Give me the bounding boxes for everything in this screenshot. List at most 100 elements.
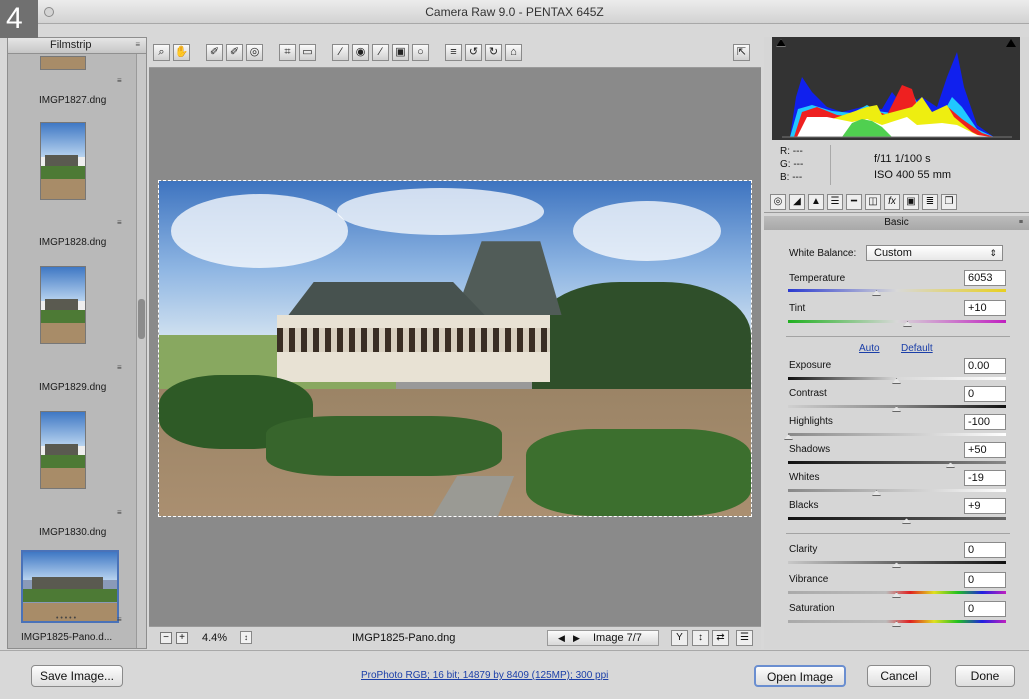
saturation-input[interactable]: 0	[964, 601, 1006, 617]
filmstrip-item-name[interactable]: IMGP1825-Pano.d...	[21, 632, 112, 643]
tab-hsl-icon[interactable]: ☰	[827, 194, 843, 210]
view-settings-button[interactable]: ☰	[736, 630, 753, 646]
exposure-label: Exposure	[789, 360, 832, 371]
hand-tool-button[interactable]: ✋	[173, 44, 190, 61]
workflow-options-link[interactable]: ProPhoto RGB; 16 bit; 14879 by 8409 (125…	[361, 670, 608, 681]
contrast-input[interactable]: 0	[964, 386, 1006, 402]
temperature-slider-track[interactable]	[788, 289, 1006, 292]
filmstrip-thumbnail[interactable]	[40, 266, 86, 344]
filmstrip-item-name[interactable]: IMGP1829.dng	[39, 382, 106, 393]
default-link[interactable]: Default	[901, 343, 933, 354]
tab-presets-icon[interactable]: ≣	[922, 194, 938, 210]
filmstrip-title: Filmstrip	[50, 39, 92, 51]
tab-camera-calibration-icon[interactable]: ▣	[903, 194, 919, 210]
panel-menu-icon[interactable]: ≡	[1019, 216, 1023, 230]
open-image-button[interactable]: Open Image	[754, 665, 846, 687]
tab-split-toning-icon[interactable]: ━	[846, 194, 862, 210]
red-eye-tool-button[interactable]: ◉	[352, 44, 369, 61]
filmstrip-menu-icon[interactable]: ≡	[135, 40, 140, 49]
save-image-button[interactable]: Save Image...	[31, 665, 123, 687]
vibrance-input[interactable]: 0	[964, 572, 1006, 588]
before-after-toggle-button[interactable]: Y	[671, 630, 688, 646]
zoom-tool-button[interactable]: ⌕	[153, 44, 170, 61]
step-number-badge: 4	[0, 0, 38, 38]
zoom-dropdown[interactable]: ↕	[240, 631, 252, 644]
blue-value: B: ---	[780, 172, 803, 183]
tint-slider-track[interactable]	[788, 320, 1006, 323]
zoom-out-button[interactable]: −	[160, 632, 172, 644]
rotate-right-tool-button[interactable]: ↻	[485, 44, 502, 61]
green-value: G: ---	[780, 159, 804, 170]
filmstrip-scrollbar[interactable]	[136, 54, 146, 648]
filmstrip-item-name[interactable]: IMGP1830.dng	[39, 527, 106, 538]
preview-image[interactable]	[158, 180, 752, 517]
filmstrip-item-name[interactable]: IMGP1828.dng	[39, 237, 106, 248]
rotate-left-tool-button[interactable]: ↺	[465, 44, 482, 61]
white-balance-select[interactable]: Custom ⇕	[866, 245, 1003, 261]
tab-effects-icon[interactable]: fx	[884, 194, 900, 210]
settings-icon: ≡	[117, 76, 122, 85]
tab-detail-icon[interactable]: ▲	[808, 194, 824, 210]
radial-filter-tool-button[interactable]: ○	[412, 44, 429, 61]
white-balance-label: White Balance:	[789, 248, 857, 259]
color-sampler-tool-button[interactable]: ✐	[226, 44, 243, 61]
filmstrip-header: Filmstrip ≡	[8, 38, 146, 54]
adjustment-panel: R: --- G: --- B: --- f/11 1/100 s ISO 40…	[764, 37, 1029, 649]
tab-snapshots-icon[interactable]: ❐	[941, 194, 957, 210]
crop-tool-button[interactable]: ⌗	[279, 44, 296, 61]
zoom-level: 4.4%	[202, 632, 228, 644]
whites-label: Whites	[789, 472, 820, 483]
panel-header: Basic ≡	[764, 216, 1029, 230]
fullscreen-toggle-button[interactable]: ⇱	[733, 44, 750, 61]
swap-before-after-button[interactable]: ↕	[692, 630, 709, 646]
filmstrip-selected-item[interactable]	[21, 550, 119, 623]
vibrance-label: Vibrance	[789, 574, 829, 585]
temperature-input[interactable]: 6053	[964, 270, 1006, 286]
filmstrip-thumbnail[interactable]	[40, 56, 86, 70]
spot-removal-tool-button[interactable]: ∕	[332, 44, 349, 61]
whites-input[interactable]: -19	[964, 470, 1006, 486]
blacks-slider-track[interactable]	[788, 517, 1006, 520]
aperture-shutter: f/11 1/100 s	[874, 153, 931, 165]
filmstrip-thumbnail[interactable]	[40, 411, 86, 489]
window-titlebar: Camera Raw 9.0 - PENTAX 645Z	[0, 0, 1029, 24]
panel-title: Basic	[884, 217, 909, 228]
trash-tool-button[interactable]: ⌂	[505, 44, 522, 61]
exposure-input[interactable]: 0.00	[964, 358, 1006, 374]
highlights-slider-track[interactable]	[788, 433, 1006, 436]
settings-icon: ≡	[117, 363, 122, 372]
blacks-label: Blacks	[789, 500, 819, 511]
done-button[interactable]: Done	[955, 665, 1015, 687]
previous-image-button[interactable]: ◀	[558, 631, 565, 645]
shadows-slider-track[interactable]	[788, 461, 1006, 464]
highlights-input[interactable]: -100	[964, 414, 1006, 430]
window-close-button[interactable]	[44, 7, 54, 17]
white-balance-tool-button[interactable]: ✐	[206, 44, 223, 61]
auto-link[interactable]: Auto	[859, 343, 880, 354]
shadows-input[interactable]: +50	[964, 442, 1006, 458]
blacks-input[interactable]: +9	[964, 498, 1006, 514]
tab-lens-corrections-icon[interactable]: ◫	[865, 194, 881, 210]
whites-slider-track[interactable]	[788, 489, 1006, 492]
star-rating[interactable]: • • • • •	[56, 615, 76, 622]
copy-settings-button[interactable]: ⇄	[712, 630, 729, 646]
preferences-tool-button[interactable]: ≡	[445, 44, 462, 61]
filmstrip-item-name[interactable]: IMGP1827.dng	[39, 95, 106, 106]
tab-basic-icon[interactable]: ◎	[770, 194, 786, 210]
settings-icon: ≡	[117, 218, 122, 227]
clarity-input[interactable]: 0	[964, 542, 1006, 558]
rgb-readout: R: --- G: --- B: ---	[780, 145, 803, 184]
tint-input[interactable]: +10	[964, 300, 1006, 316]
cancel-button[interactable]: Cancel	[867, 665, 931, 687]
image-counter: Image 7/7	[593, 632, 642, 644]
straighten-tool-button[interactable]: ▭	[299, 44, 316, 61]
filmstrip-scroll-thumb[interactable]	[138, 299, 145, 339]
adjustment-brush-tool-button[interactable]: ∕	[372, 44, 389, 61]
filmstrip-thumbnail[interactable]	[40, 122, 86, 200]
graduated-filter-tool-button[interactable]: ▣	[392, 44, 409, 61]
next-image-button[interactable]: ▶	[573, 631, 580, 645]
targeted-adjustment-tool-button[interactable]: ◎	[246, 44, 263, 61]
tab-tone-curve-icon[interactable]: ◢	[789, 194, 805, 210]
zoom-in-button[interactable]: +	[176, 632, 188, 644]
shadows-label: Shadows	[789, 444, 831, 455]
